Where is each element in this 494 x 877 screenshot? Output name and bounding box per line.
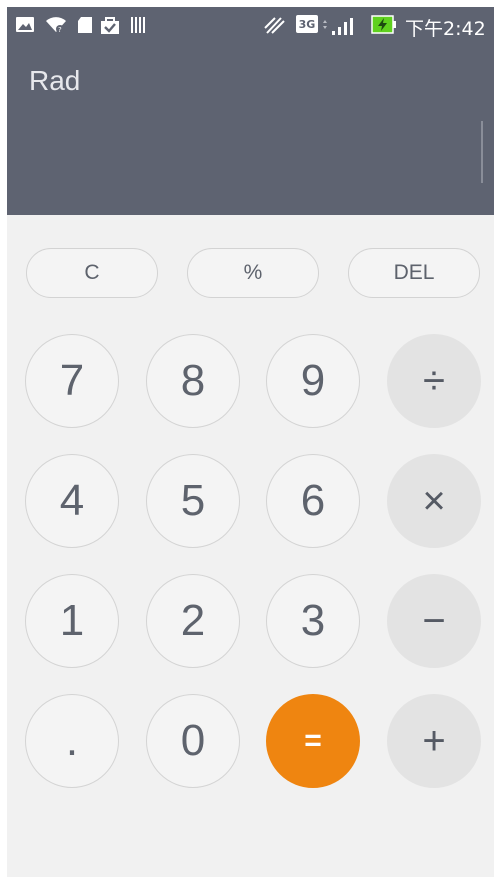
calculator-app: ? 3G 下午2:42 Rad C % DEL 7 8 9 ÷ 4 5 6 × …: [7, 7, 494, 877]
svg-text:?: ?: [58, 26, 62, 34]
digit-8-button[interactable]: 8: [146, 334, 240, 428]
digit-9-button[interactable]: 9: [266, 334, 360, 428]
multiply-button[interactable]: ×: [387, 454, 481, 548]
clear-button[interactable]: C: [26, 248, 158, 298]
decimal-point-button[interactable]: .: [25, 694, 119, 788]
digit-7-button[interactable]: 7: [25, 334, 119, 428]
mute-icon: [264, 17, 285, 34]
digit-1-button[interactable]: 1: [25, 574, 119, 668]
digit-3-button[interactable]: 3: [266, 574, 360, 668]
digit-4-button[interactable]: 4: [25, 454, 119, 548]
image-icon: [16, 17, 34, 32]
battery-charging-icon: [371, 15, 396, 34]
percent-button[interactable]: %: [187, 248, 319, 298]
angle-mode-label[interactable]: Rad: [29, 65, 80, 97]
digit-2-button[interactable]: 2: [146, 574, 240, 668]
status-bar: ? 3G 下午2:42: [7, 7, 494, 43]
delete-button[interactable]: DEL: [348, 248, 480, 298]
digit-5-button[interactable]: 5: [146, 454, 240, 548]
shopping-bag-icon: [101, 17, 119, 34]
digit-6-button[interactable]: 6: [266, 454, 360, 548]
wifi-icon: ?: [46, 17, 66, 34]
sd-card-icon: [78, 17, 92, 33]
network-type-icon: 3G: [296, 15, 318, 33]
signal-icon: [323, 18, 353, 35]
calculator-display: Rad: [7, 43, 494, 215]
text-cursor: [481, 121, 483, 183]
add-button[interactable]: +: [387, 694, 481, 788]
barcode-icon: [131, 17, 145, 33]
status-time: 下午2:42: [405, 18, 486, 40]
subtract-button[interactable]: −: [387, 574, 481, 668]
divide-button[interactable]: ÷: [387, 334, 481, 428]
digit-0-button[interactable]: 0: [146, 694, 240, 788]
equals-button[interactable]: =: [266, 694, 360, 788]
